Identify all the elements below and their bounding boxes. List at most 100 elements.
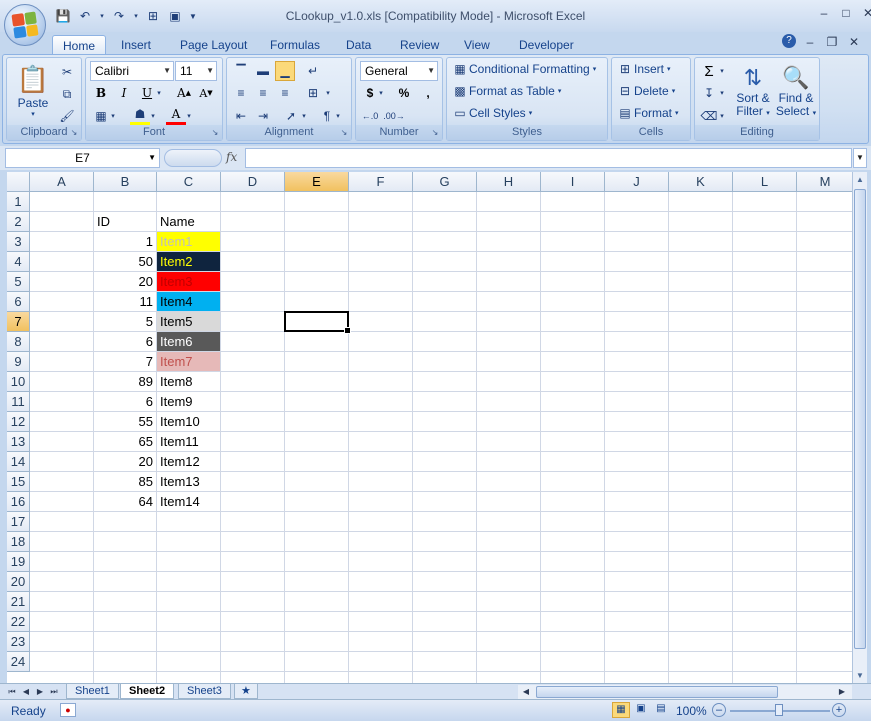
cell-b8-id[interactable]: 6 — [94, 332, 156, 351]
font-launcher-icon[interactable]: ↘ — [210, 128, 220, 138]
format-painter-icon[interactable]: 🖌 — [57, 106, 77, 126]
next-sheet-icon[interactable]: ▶ — [34, 685, 46, 698]
column-header-i[interactable]: I — [541, 172, 605, 192]
orientation-icon[interactable]: ➚ — [281, 106, 301, 126]
active-cell-selection[interactable] — [284, 311, 351, 334]
delete-cells-button[interactable]: ⊟ Delete ▾ — [616, 84, 675, 98]
horizontal-scroll-thumb[interactable] — [536, 686, 778, 698]
row-header-10[interactable]: 10 — [7, 372, 30, 392]
borders-dropdown-icon[interactable]: ▾ — [108, 106, 118, 126]
cell-c14-name[interactable]: Item12 — [157, 452, 220, 471]
row-header-16[interactable]: 16 — [7, 492, 30, 512]
worksheet-grid[interactable]: ABCDEFGHIJKLM 1 2 3 4 5 6 7 8 9 10 11 12 13 14 15 16 17 1… — [7, 172, 852, 683]
cell-c13-name[interactable]: Item11 — [157, 432, 220, 451]
page-break-view-icon[interactable]: ▤ — [652, 702, 670, 718]
italic-button[interactable]: I — [114, 83, 134, 103]
insert-sheet-icon[interactable]: ★ — [234, 684, 258, 699]
cell-c7-name[interactable]: Item5 — [157, 312, 220, 331]
zoom-level[interactable]: 100% — [676, 704, 707, 718]
horizontal-scrollbar[interactable]: ◀ ▶ — [518, 685, 852, 699]
tab-data[interactable]: Data — [336, 35, 381, 55]
cell-b14-id[interactable]: 20 — [94, 452, 156, 471]
zoom-slider-thumb[interactable] — [775, 704, 783, 716]
sheet-tab-sheet3[interactable]: Sheet3 — [178, 684, 231, 699]
row-header-13[interactable]: 13 — [7, 432, 30, 452]
fill-color-icon[interactable]: ☗ — [130, 106, 150, 126]
scroll-down-icon[interactable]: ▼ — [853, 668, 867, 683]
cell-b16-id[interactable]: 64 — [94, 492, 156, 511]
macro-record-icon[interactable]: ● — [60, 703, 76, 717]
formula-input[interactable] — [245, 148, 852, 168]
row-header-14[interactable]: 14 — [7, 452, 30, 472]
zoom-in-icon[interactable]: + — [832, 703, 846, 717]
align-top-icon[interactable]: ▔ — [231, 61, 251, 81]
cell-c4-name[interactable]: Item2 — [157, 252, 220, 271]
row-header-11[interactable]: 11 — [7, 392, 30, 412]
row-header-22[interactable]: 22 — [7, 612, 30, 632]
row-header-15[interactable]: 15 — [7, 472, 30, 492]
cell-c10-name[interactable]: Item8 — [157, 372, 220, 391]
sort-filter-button[interactable]: ⇅ Sort & Filter ▾ — [733, 62, 773, 120]
workbook-restore-icon[interactable]: ❐ — [824, 34, 840, 50]
sheet-tab-sheet1[interactable]: Sheet1 — [66, 684, 119, 699]
conditional-formatting-button[interactable]: ▦ Conditional Formatting ▾ — [451, 62, 596, 76]
fill-icon[interactable]: ↧ — [699, 83, 719, 103]
comma-button[interactable]: , — [418, 83, 438, 103]
merge-dropdown-icon[interactable]: ▾ — [323, 83, 333, 103]
row-header-18[interactable]: 18 — [7, 532, 30, 552]
column-header-k[interactable]: K — [669, 172, 733, 192]
formula-bar-splitter[interactable] — [164, 149, 222, 167]
tab-review[interactable]: Review — [390, 35, 449, 55]
copy-icon[interactable]: ⧉ — [57, 84, 77, 104]
cell-c3-name[interactable]: Item1 — [157, 232, 220, 251]
autosum-icon[interactable]: Σ — [699, 61, 719, 81]
cell-b5-id[interactable]: 20 — [94, 272, 156, 291]
currency-dropdown-icon[interactable]: ▾ — [376, 83, 386, 103]
increase-decimal-icon[interactable]: ←.0 — [360, 106, 380, 126]
row-header-23[interactable]: 23 — [7, 632, 30, 652]
vertical-scroll-thumb[interactable] — [854, 189, 866, 649]
name-box[interactable]: E7 ▼ — [5, 148, 160, 168]
row-header-12[interactable]: 12 — [7, 412, 30, 432]
normal-view-icon[interactable]: ▦ — [612, 702, 630, 718]
format-as-table-button[interactable]: ▩ Format as Table ▾ — [451, 84, 561, 98]
bold-button[interactable]: B — [91, 83, 111, 103]
cell-c15-name[interactable]: Item13 — [157, 472, 220, 491]
fill-dropdown-icon[interactable]: ▾ — [717, 83, 727, 103]
sheet-tab-sheet2[interactable]: Sheet2 — [120, 684, 175, 699]
number-format-combo[interactable]: General ▼ — [360, 61, 438, 81]
zoom-out-icon[interactable]: – — [712, 703, 726, 717]
cell-c8-name[interactable]: Item6 — [157, 332, 220, 351]
cell-b2-id-header[interactable]: ID — [94, 212, 156, 231]
cell-b10-id[interactable]: 89 — [94, 372, 156, 391]
help-icon[interactable]: ? — [782, 34, 796, 48]
row-header-19[interactable]: 19 — [7, 552, 30, 572]
cell-b11-id[interactable]: 6 — [94, 392, 156, 411]
cell-b7-id[interactable]: 5 — [94, 312, 156, 331]
page-layout-view-icon[interactable]: ▣ — [632, 702, 650, 718]
row-header-8[interactable]: 8 — [7, 332, 30, 352]
wrap-text-icon[interactable]: ↵ — [303, 61, 323, 81]
font-color-dropdown-icon[interactable]: ▾ — [184, 106, 194, 126]
cell-c9-name[interactable]: Item7 — [157, 352, 220, 371]
cell-b3-id[interactable]: 1 — [94, 232, 156, 251]
clear-icon[interactable]: ⌫ — [699, 106, 719, 126]
underline-dropdown-icon[interactable]: ▾ — [154, 83, 164, 103]
column-header-l[interactable]: L — [733, 172, 797, 192]
column-header-b[interactable]: B — [94, 172, 157, 192]
row-header-9[interactable]: 9 — [7, 352, 30, 372]
cell-b15-id[interactable]: 85 — [94, 472, 156, 491]
tab-insert[interactable]: Insert — [111, 35, 161, 55]
format-cells-button[interactable]: ▤ Format ▾ — [616, 106, 678, 120]
align-right-icon[interactable]: ≡ — [275, 83, 295, 103]
column-header-g[interactable]: G — [413, 172, 477, 192]
row-header-6[interactable]: 6 — [7, 292, 30, 312]
cell-b13-id[interactable]: 65 — [94, 432, 156, 451]
increase-indent-icon[interactable]: ⇥ — [253, 106, 273, 126]
font-name-combo[interactable]: Calibri ▼ — [90, 61, 174, 81]
row-header-1[interactable]: 1 — [7, 192, 30, 212]
font-size-combo[interactable]: 11 ▼ — [175, 61, 217, 81]
percent-button[interactable]: % — [394, 83, 414, 103]
workbook-minimize-icon[interactable]: – — [802, 34, 818, 50]
insert-cells-button[interactable]: ⊞ Insert ▾ — [616, 62, 671, 76]
